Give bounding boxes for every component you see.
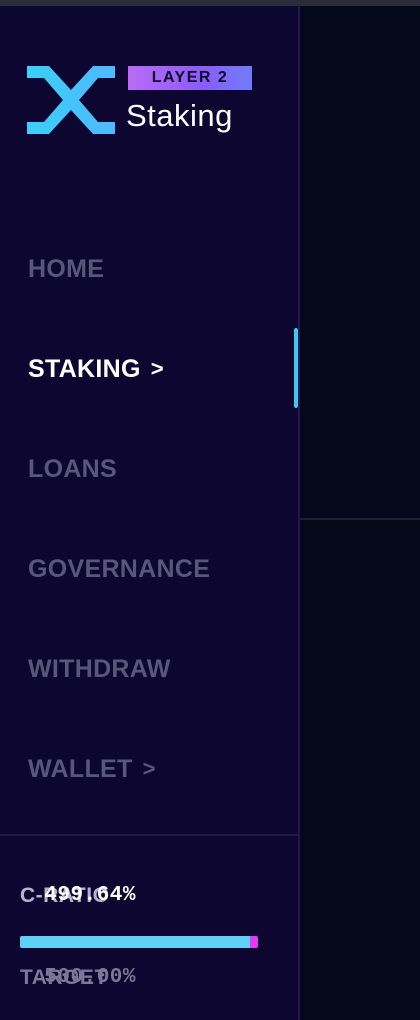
nav-label: GOVERNANCE — [28, 555, 211, 583]
sidebar: LAYER 2 Staking HOME STAKING > LOANS GOVE… — [0, 6, 300, 1020]
nav-item-withdraw[interactable]: WITHDRAW — [28, 649, 171, 689]
synthetix-logo-icon — [27, 66, 115, 134]
c-ratio-value: 499.64% — [44, 884, 136, 907]
target-marker — [250, 936, 258, 948]
nav-label: LOANS — [28, 455, 117, 483]
nav-item-staking[interactable]: STAKING > — [28, 349, 164, 389]
sidebar-divider — [0, 834, 298, 836]
active-nav-indicator — [294, 328, 298, 408]
c-ratio-progress-bar — [20, 936, 258, 948]
nav-item-loans[interactable]: LOANS — [28, 449, 117, 489]
layer-2-badge: LAYER 2 — [128, 66, 252, 90]
chevron-right-icon: > — [150, 356, 164, 381]
chevron-right-icon: > — [142, 756, 156, 781]
nav-label: HOME — [28, 255, 105, 283]
nav-item-governance[interactable]: GOVERNANCE — [28, 549, 210, 589]
c-ratio-fill — [20, 936, 250, 948]
target-value: 500.00% — [44, 966, 136, 989]
nav-label: STAKING — [28, 355, 141, 383]
content-divider — [300, 518, 420, 520]
nav-label: WALLET — [28, 755, 133, 783]
nav-item-home[interactable]: HOME — [28, 249, 104, 289]
nav-item-wallet[interactable]: WALLET > — [28, 749, 156, 789]
nav-label: WITHDRAW — [28, 655, 171, 683]
logo-title: Staking — [126, 98, 233, 133]
